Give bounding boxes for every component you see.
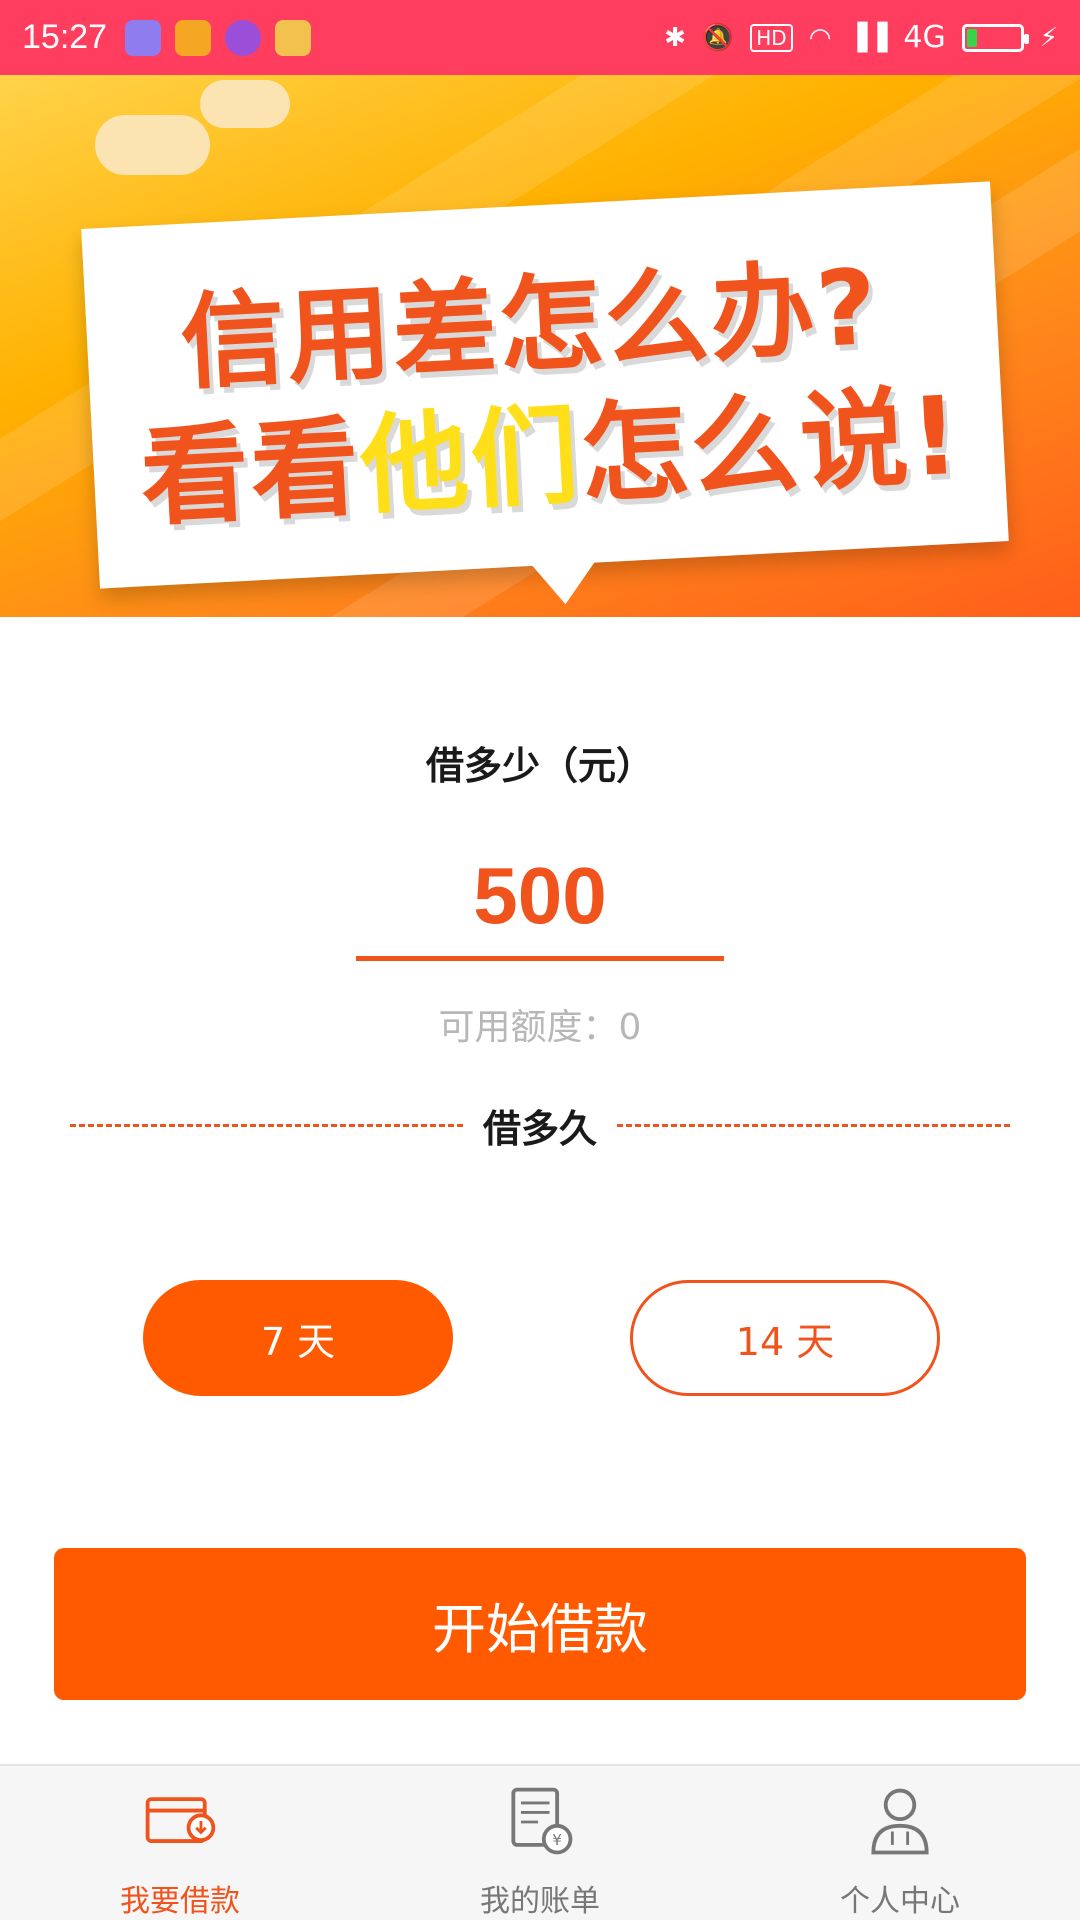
duration-7-days-button[interactable]: 7 天 <box>143 1280 453 1396</box>
bluetooth-icon: ✱ <box>664 22 686 53</box>
amount-label: 借多少（元） <box>425 744 654 788</box>
status-bar: 15:27 ✱ 🔕 HD ◠ ▐▐ 4G ⚡ <box>0 0 1080 75</box>
cloud-icon <box>200 80 290 128</box>
battery-icon <box>961 23 1029 52</box>
tab-label: 我要借款 <box>120 1884 240 1919</box>
dashed-line <box>70 1123 463 1127</box>
available-credit: 可用额度：0 <box>438 1007 642 1048</box>
duration-divider: 借多久 <box>70 1095 1011 1155</box>
user-icon <box>871 1788 929 1855</box>
signal-icon: ▐▐ <box>847 22 888 53</box>
dashed-line <box>617 1123 1011 1127</box>
network-type: 4G <box>903 20 946 55</box>
tab-borrow[interactable]: 我要借款 <box>0 1766 360 1920</box>
game-icon <box>175 19 212 56</box>
battery-level <box>966 28 978 47</box>
charging-icon: ⚡ <box>1039 22 1058 53</box>
tab-label: 我的账单 <box>480 1884 600 1919</box>
amount-underline <box>356 956 724 961</box>
wechat-icon <box>125 19 162 56</box>
bottom-tab-bar: 我要借款 ¥ 我的账单 个人中心 <box>0 1764 1080 1920</box>
ball-icon <box>275 19 312 56</box>
wallet-icon <box>145 1797 216 1843</box>
tab-profile[interactable]: 个人中心 <box>720 1766 1080 1920</box>
tab-label: 个人中心 <box>840 1884 960 1919</box>
status-indicators: ✱ 🔕 HD ◠ ▐▐ 4G ⚡ <box>664 20 1058 55</box>
cloud-icon <box>95 115 210 175</box>
wifi-icon: ◠ <box>808 22 832 53</box>
duration-14-days-button[interactable]: 14 天 <box>630 1280 940 1396</box>
bill-icon: ¥ <box>511 1787 573 1855</box>
hd-badge: HD <box>750 23 793 52</box>
start-loan-button[interactable]: 开始借款 <box>54 1548 1026 1700</box>
duration-label: 借多久 <box>483 1106 598 1151</box>
svg-text:¥: ¥ <box>552 1831 562 1849</box>
browser-icon <box>225 19 262 56</box>
tab-bills[interactable]: ¥ 我的账单 <box>360 1766 720 1920</box>
status-time: 15:27 <box>22 18 108 56</box>
mute-icon: 🔕 <box>701 22 735 53</box>
amount-input[interactable]: 500 <box>356 850 724 942</box>
